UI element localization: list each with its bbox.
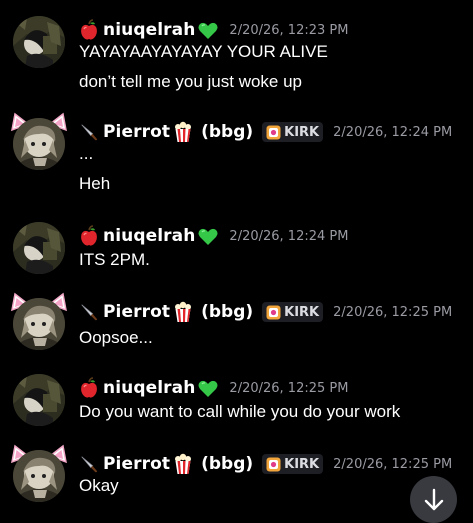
timestamp: 2/20/26, 12:25 PM: [333, 456, 453, 472]
timestamp: 2/20/26, 12:24 PM: [229, 228, 349, 244]
message-text: Do you want to call while you do your wo…: [79, 402, 401, 421]
tag-badge-icon: [266, 305, 281, 320]
avatar[interactable]: [13, 450, 65, 502]
username[interactable]: Pierrot: [103, 454, 170, 474]
message-list: niuqelrah 2/20/26, 12:23 PM YAYAYAAYAYAY…: [0, 0, 473, 520]
message-header: niuqelrah 2/20/26, 12:24 PM: [79, 224, 348, 248]
apple-icon: [79, 19, 99, 41]
popcorn-icon: [172, 453, 194, 475]
avatar[interactable]: [13, 222, 65, 274]
message-header: niuqelrah 2/20/26, 12:23 PM: [79, 18, 348, 42]
message-text: don’t tell me you just woke up: [79, 72, 303, 91]
jump-to-bottom-button[interactable]: [410, 476, 457, 523]
message-header: Pierrot (bbg) KIRK 2/20/26, 12:25 PM: [79, 300, 452, 324]
timestamp: 2/20/26, 12:25 PM: [229, 380, 349, 396]
timestamp: 2/20/26, 12:23 PM: [229, 22, 349, 38]
tag-badge-icon: [266, 125, 281, 140]
message-header: Pierrot (bbg) KIRK 2/20/26, 12:25 PM: [79, 452, 452, 476]
username[interactable]: Pierrot: [103, 122, 170, 142]
guild-tag[interactable]: KIRK: [262, 122, 324, 142]
pronoun: (bbg): [201, 302, 254, 322]
tag-badge-icon: [266, 457, 281, 472]
username[interactable]: Pierrot: [103, 302, 170, 322]
avatar[interactable]: [13, 298, 65, 350]
username[interactable]: niuqelrah: [103, 226, 195, 246]
username[interactable]: niuqelrah: [103, 378, 195, 398]
arrow-down-icon: [424, 488, 443, 510]
apple-icon: [79, 377, 99, 399]
knife-icon: [79, 453, 99, 475]
green-heart-icon: [197, 377, 219, 399]
guild-tag[interactable]: KIRK: [262, 454, 324, 474]
guild-tag[interactable]: KIRK: [262, 302, 324, 322]
green-heart-icon: [197, 19, 219, 41]
message-text: ...: [79, 144, 94, 163]
knife-icon: [79, 121, 99, 143]
avatar[interactable]: [13, 118, 65, 170]
pronoun: (bbg): [201, 122, 254, 142]
tag-label: KIRK: [284, 456, 320, 472]
timestamp: 2/20/26, 12:25 PM: [333, 304, 453, 320]
message-text: Heh: [79, 174, 111, 193]
popcorn-icon: [172, 301, 194, 323]
green-heart-icon: [197, 225, 219, 247]
message-text: ITS 2PM.: [79, 250, 150, 269]
timestamp: 2/20/26, 12:24 PM: [333, 124, 453, 140]
message-text: YAYAYAAYAYAYAY YOUR ALIVE: [79, 42, 328, 61]
popcorn-icon: [172, 121, 194, 143]
message-text: Okay: [79, 476, 119, 495]
avatar[interactable]: [13, 374, 65, 426]
message-text: Oopsoe...: [79, 328, 153, 347]
tag-label: KIRK: [284, 304, 320, 320]
avatar[interactable]: [13, 16, 65, 68]
pronoun: (bbg): [201, 454, 254, 474]
knife-icon: [79, 301, 99, 323]
message-header: niuqelrah 2/20/26, 12:25 PM: [79, 376, 348, 400]
apple-icon: [79, 225, 99, 247]
message-header: Pierrot (bbg) KIRK 2/20/26, 12:24 PM: [79, 120, 452, 144]
tag-label: KIRK: [284, 124, 320, 140]
username[interactable]: niuqelrah: [103, 20, 195, 40]
